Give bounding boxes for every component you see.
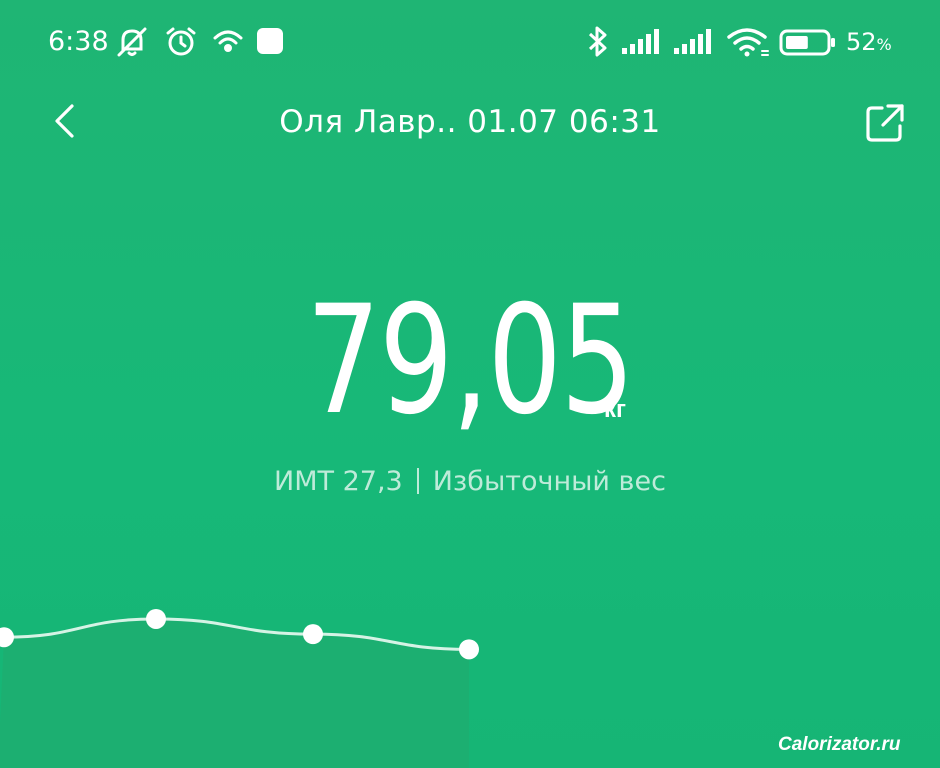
notification-square-icon — [256, 24, 286, 63]
weight-display: 79,05 кг — [0, 286, 940, 446]
share-button[interactable] — [862, 100, 908, 146]
wifi-icon — [726, 24, 770, 65]
weight-unit: кг — [604, 396, 627, 423]
hotspot-icon — [211, 24, 245, 63]
alarm-icon — [163, 24, 199, 65]
bmi-separator — [416, 468, 419, 494]
weight-value: 79,05 — [306, 274, 635, 448]
trend-point[interactable] — [303, 624, 323, 645]
signal-icon — [620, 24, 664, 65]
bluetooth-icon — [584, 24, 612, 65]
watermark: Calorizator.ru — [778, 734, 901, 755]
page-title: Оля Лавр.. 01.07 06:31 — [279, 104, 661, 140]
trend-point[interactable] — [146, 608, 166, 629]
share-icon — [866, 104, 904, 142]
bmi-line: ИМТ 27,3 Избыточный вес — [0, 466, 940, 497]
status-time: 6:38 — [48, 26, 109, 57]
status-bar: 6:38 52% — [0, 0, 940, 84]
battery-percent: 52% — [846, 28, 892, 56]
app-header: Оля Лавр.. 01.07 06:31 — [0, 90, 940, 160]
bmi-status: Избыточный вес — [432, 466, 666, 497]
trend-point[interactable] — [459, 639, 479, 660]
battery-icon — [778, 24, 838, 65]
bell-off-icon — [114, 24, 150, 65]
bmi-value: ИМТ 27,3 — [274, 466, 403, 497]
trend-area — [0, 618, 469, 768]
signal-icon — [672, 24, 716, 65]
